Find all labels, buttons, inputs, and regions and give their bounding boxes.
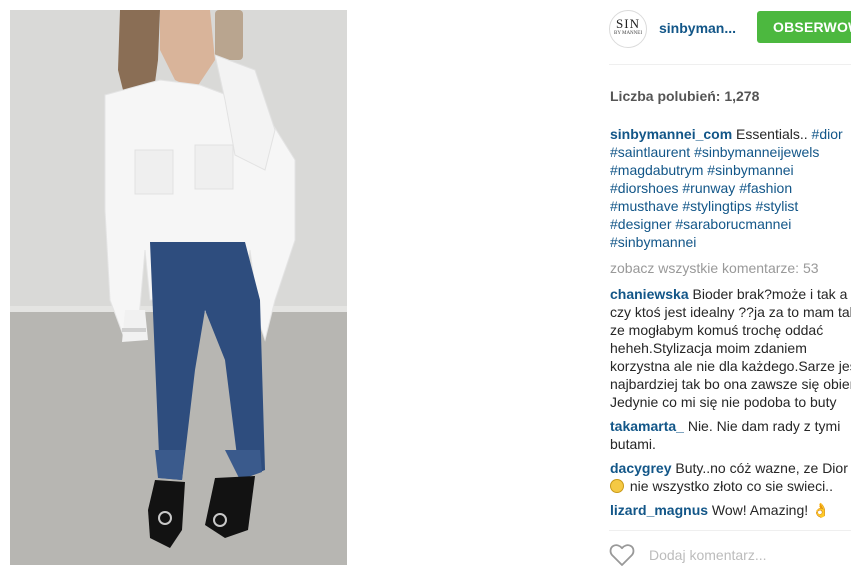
- hashtag-link[interactable]: #stylingtips: [682, 198, 751, 214]
- hashtag-link[interactable]: #magdabutrym: [610, 162, 703, 178]
- hashtag-link[interactable]: #saraborucmannei: [675, 216, 791, 232]
- avatar-logo-subtext: BY MANNEI: [613, 31, 642, 36]
- comment-item: dacygrey Buty..no cóż wazne, ze Dior nie…: [610, 459, 851, 495]
- hashtag-link[interactable]: #saintlaurent: [610, 144, 690, 160]
- comment-item: takamarta_ Nie. Nie dam rady z tymi buta…: [610, 417, 851, 453]
- comment-text: Wow! Amazing! 👌: [708, 502, 830, 518]
- hashtag-link[interactable]: #stylist: [756, 198, 799, 214]
- hashtag-link[interactable]: #sinbymanneijewels: [694, 144, 819, 160]
- post-caption: sinbymannei_com Essentials.. #dior #sain…: [610, 125, 851, 251]
- heart-outline-icon[interactable]: [609, 543, 635, 567]
- caption-text: Essentials..: [732, 126, 812, 142]
- comment-item: lizard_magnus Wow! Amazing! 👌: [610, 501, 851, 519]
- header-divider: [609, 64, 851, 65]
- hashtag-link[interactable]: #dior: [812, 126, 843, 142]
- username-link[interactable]: sinbyman...: [659, 20, 736, 36]
- avatar[interactable]: SIN BY MANNEI: [609, 10, 647, 48]
- comments-list: chaniewska Bioder brak?może i tak a czy …: [610, 285, 851, 525]
- hashtag-link[interactable]: #sinbymannei: [610, 234, 696, 250]
- comment-username[interactable]: dacygrey: [610, 460, 671, 476]
- hashtag-link[interactable]: #musthave: [610, 198, 678, 214]
- caption-username[interactable]: sinbymannei_com: [610, 126, 732, 142]
- post-header: SIN BY MANNEI sinbyman... OBSERWOWA: [609, 8, 851, 50]
- hashtag-link[interactable]: #runway: [682, 180, 735, 196]
- hashtag-link[interactable]: #diorshoes: [610, 180, 679, 196]
- hashtag-link[interactable]: #designer: [610, 216, 672, 232]
- post-photo[interactable]: [10, 10, 347, 565]
- comment-username[interactable]: lizard_magnus: [610, 502, 708, 518]
- comment-text: Buty..no cóż wazne, ze Dior: [671, 460, 848, 476]
- likes-number: 1,278: [724, 88, 760, 104]
- comment-text-continued: nie wszystko złoto co sie swieci..: [626, 478, 833, 494]
- hashtag-link[interactable]: #fashion: [739, 180, 792, 196]
- footer-divider: [609, 530, 851, 531]
- post-details-panel: SIN BY MANNEI sinbyman... OBSERWOWA Licz…: [593, 0, 851, 575]
- follow-button[interactable]: OBSERWOWA: [757, 11, 851, 43]
- view-all-comments-label: zobacz wszystkie komentarze: 53: [610, 260, 819, 276]
- avatar-logo-text: SIN: [616, 16, 640, 31]
- laughing-emoji-icon: [610, 479, 624, 493]
- likes-count[interactable]: Liczba polubień: 1,278: [610, 88, 759, 104]
- comment-text: Bioder brak?może i tak a czy ktoś jest i…: [610, 286, 851, 410]
- hashtag-link[interactable]: #sinbymannei: [707, 162, 793, 178]
- likes-label: Liczba polubień:: [610, 88, 721, 104]
- view-all-comments-link[interactable]: zobacz wszystkie komentarze: 53: [610, 260, 819, 276]
- comment-item: chaniewska Bioder brak?może i tak a czy …: [610, 285, 851, 411]
- add-comment-input[interactable]: Dodaj komentarz...: [649, 547, 767, 563]
- comment-username[interactable]: takamarta_: [610, 418, 684, 434]
- comment-username[interactable]: chaniewska: [610, 286, 689, 302]
- photo-illustration: [10, 10, 347, 565]
